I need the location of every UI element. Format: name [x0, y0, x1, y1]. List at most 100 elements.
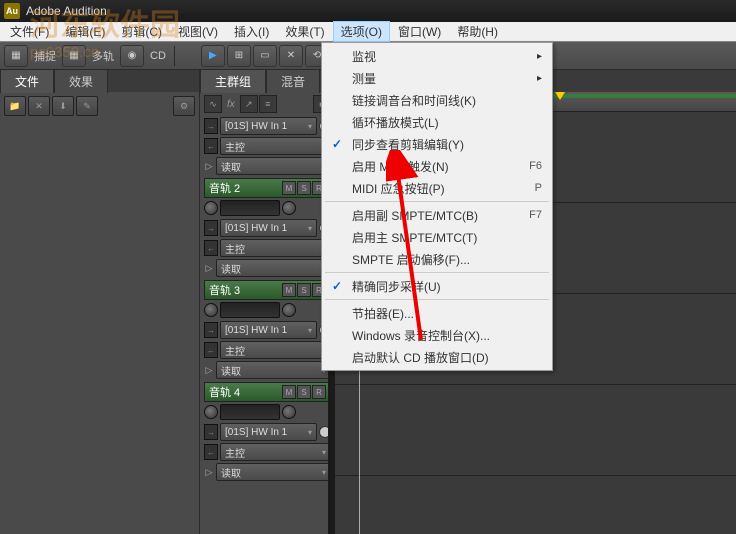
- automation-icon[interactable]: ▷: [204, 467, 214, 477]
- menu-view[interactable]: 视图(V): [170, 21, 226, 42]
- menu-separator: [325, 201, 549, 202]
- hdr-eq-icon[interactable]: ≡: [259, 95, 277, 113]
- output-arrow-icon[interactable]: ←: [204, 240, 218, 256]
- opts-btn[interactable]: ⚙: [173, 96, 195, 116]
- menu-measure[interactable]: 测量: [324, 67, 550, 89]
- track-name: 音轨 4: [209, 384, 240, 400]
- menu-sync-clip-edit[interactable]: 同步查看剪辑编辑(Y): [324, 133, 550, 155]
- track-3-header[interactable]: 音轨 3MSR: [204, 280, 331, 300]
- read-select[interactable]: 读取: [216, 157, 331, 175]
- menu-edit[interactable]: 编辑(E): [57, 21, 113, 42]
- tab-mixer[interactable]: 混音: [266, 69, 320, 93]
- track-2-header[interactable]: 音轨 2MSR: [204, 178, 331, 198]
- import-btn[interactable]: 📁: [4, 96, 26, 116]
- input-arrow-icon[interactable]: →: [204, 220, 218, 236]
- mute-btn[interactable]: M: [282, 181, 296, 195]
- app-icon: Au: [4, 3, 20, 19]
- hw-in-select[interactable]: [01S] HW In 1: [220, 117, 317, 135]
- automation-icon[interactable]: ▷: [204, 161, 214, 171]
- left-panel: 文件 效果 📁 ✕ ⬇ ✎ ⚙: [0, 70, 200, 534]
- pan-knob[interactable]: [282, 405, 296, 419]
- pan-knob[interactable]: [282, 303, 296, 317]
- menu-effects[interactable]: 效果(T): [277, 21, 332, 42]
- menu-midi-panic[interactable]: MIDI 应急按钮(P)P: [324, 177, 550, 199]
- app-title: Adobe Audition: [26, 4, 107, 18]
- master-select[interactable]: 主控: [220, 443, 331, 461]
- output-arrow-icon[interactable]: ←: [204, 444, 218, 460]
- automation-icon[interactable]: ▷: [204, 365, 214, 375]
- tool-btn-2[interactable]: ▦: [62, 45, 86, 67]
- menu-windows-record[interactable]: Windows 录音控制台(X)...: [324, 324, 550, 346]
- tool-btn-6[interactable]: ▭: [253, 45, 277, 67]
- tool-btn-5[interactable]: ⊞: [227, 45, 251, 67]
- lane-4[interactable]: [335, 385, 736, 476]
- read-select[interactable]: 读取: [216, 259, 331, 277]
- menu-clip[interactable]: 剪辑(C): [113, 21, 170, 42]
- menu-default-cd[interactable]: 启动默认 CD 播放窗口(D): [324, 346, 550, 368]
- vol-display[interactable]: [220, 404, 280, 420]
- vol-display[interactable]: [220, 302, 280, 318]
- menu-midi-trigger[interactable]: 启用 MIDI 触发(N) F6: [324, 155, 550, 177]
- master-select[interactable]: 主控: [220, 341, 331, 359]
- close-btn[interactable]: ✕: [28, 96, 50, 116]
- master-select[interactable]: 主控: [220, 137, 331, 155]
- hw-in-select[interactable]: [01S] HW In 1: [220, 423, 317, 441]
- tool-btn-1[interactable]: ▦: [4, 45, 28, 67]
- mute-btn[interactable]: M: [282, 385, 296, 399]
- hw-in-select[interactable]: [01S] HW In 1: [220, 321, 317, 339]
- vol-knob[interactable]: [204, 405, 218, 419]
- edit-btn[interactable]: ✎: [76, 96, 98, 116]
- solo-btn[interactable]: S: [297, 385, 311, 399]
- input-arrow-icon[interactable]: →: [204, 118, 218, 134]
- hdr-send-icon[interactable]: ↗: [240, 95, 258, 113]
- input-arrow-icon[interactable]: →: [204, 322, 218, 338]
- solo-btn[interactable]: S: [297, 181, 311, 195]
- tool-btn-7[interactable]: ✕: [279, 45, 303, 67]
- menu-separator: [325, 299, 549, 300]
- menu-metronome[interactable]: 节拍器(E)...: [324, 302, 550, 324]
- vol-knob[interactable]: [204, 201, 218, 215]
- menu-smpte-slave[interactable]: 启用副 SMPTE/MTC(B)F7: [324, 204, 550, 226]
- record-btn[interactable]: R: [312, 385, 326, 399]
- tab-files[interactable]: 文件: [0, 69, 54, 93]
- play-btn[interactable]: ▶: [201, 45, 225, 67]
- menu-loop-playback[interactable]: 循环播放模式(L): [324, 111, 550, 133]
- vol-display[interactable]: [220, 200, 280, 216]
- shortcut: F6: [529, 160, 542, 172]
- menu-link-mixer[interactable]: 链接调音台和时间线(K): [324, 89, 550, 111]
- output-arrow-icon[interactable]: ←: [204, 138, 218, 154]
- track-4-header[interactable]: 音轨 4 MSR: [204, 382, 331, 402]
- menu-options[interactable]: 选项(O): [333, 21, 390, 42]
- vol-knob[interactable]: [204, 303, 218, 317]
- read-select[interactable]: 读取: [216, 361, 331, 379]
- hw-in-select[interactable]: [01S] HW In 1: [220, 219, 317, 237]
- menu-smpte-offset[interactable]: SMPTE 启动偏移(F)...: [324, 248, 550, 270]
- menu-window[interactable]: 窗口(W): [390, 21, 449, 42]
- menu-smpte-master[interactable]: 启用主 SMPTE/MTC(T): [324, 226, 550, 248]
- input-arrow-icon[interactable]: →: [204, 424, 218, 440]
- insert-btn[interactable]: ⬇: [52, 96, 74, 116]
- track-name: 音轨 2: [209, 180, 240, 196]
- menu-file[interactable]: 文件(F): [2, 21, 57, 42]
- track-2: 音轨 2MSR →[01S] HW In 1 ←主控 ▷读取: [204, 178, 331, 278]
- tab-main-group[interactable]: 主群组: [200, 69, 266, 93]
- mute-btn[interactable]: M: [282, 283, 296, 297]
- output-arrow-icon[interactable]: ←: [204, 342, 218, 358]
- menu-monitor[interactable]: 监视: [324, 45, 550, 67]
- hdr-waveform-icon[interactable]: ∿: [204, 95, 222, 113]
- pan-knob[interactable]: [282, 201, 296, 215]
- track-controls: ∿ fx ↗ ≡ ▸ →[01S] HW In 1 ←主控 ▷读取 音轨 2MS…: [200, 92, 335, 486]
- menu-sample-accurate[interactable]: 精确同步采样(U): [324, 275, 550, 297]
- menu-insert[interactable]: 插入(I): [226, 21, 277, 42]
- solo-btn[interactable]: S: [297, 283, 311, 297]
- tab-effects[interactable]: 效果: [54, 69, 108, 93]
- label: 启用 MIDI 触发(N): [352, 158, 449, 175]
- tool-btn-3[interactable]: ◉: [120, 45, 144, 67]
- menu-help[interactable]: 帮助(H): [449, 21, 506, 42]
- playhead-icon[interactable]: [555, 92, 565, 100]
- label: MIDI 应急按钮(P): [352, 180, 445, 197]
- automation-icon[interactable]: ▷: [204, 263, 214, 273]
- master-select[interactable]: 主控: [220, 239, 331, 257]
- read-select[interactable]: 读取: [216, 463, 331, 481]
- track-name: 音轨 3: [209, 282, 240, 298]
